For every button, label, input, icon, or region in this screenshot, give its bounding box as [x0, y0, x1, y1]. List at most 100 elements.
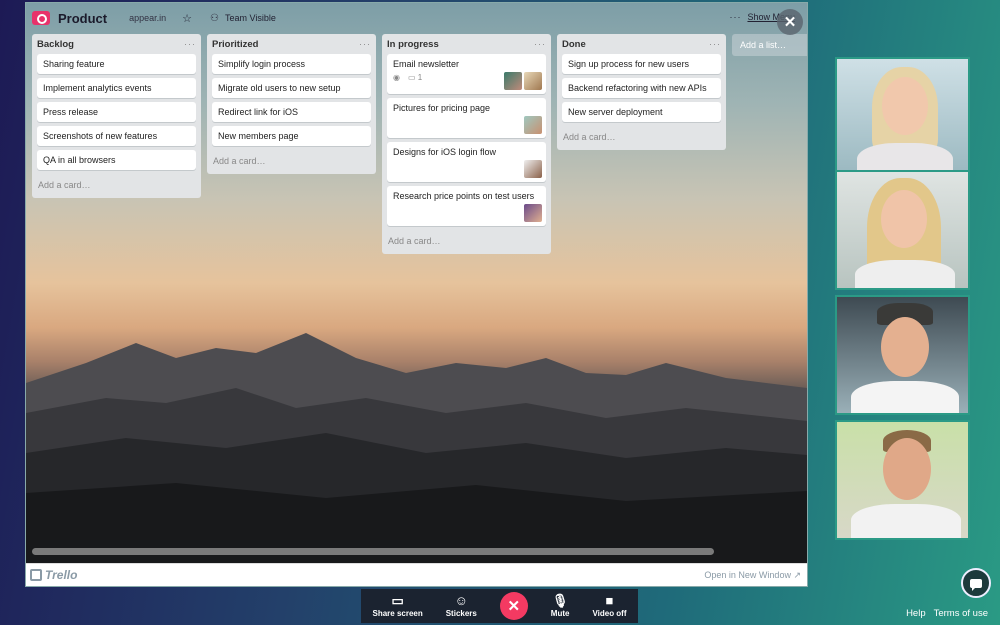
call-controls: ▭ Share screen ☺ Stickers ✕ 🎙 Mute ■ Vid… — [361, 589, 638, 623]
card[interactable]: Implement analytics events — [37, 78, 196, 98]
add-list-button[interactable]: Add a list… — [732, 34, 807, 56]
card[interactable]: Backend refactoring with new APIs — [562, 78, 721, 98]
video-participant-face — [881, 190, 927, 248]
list-prioritized: Prioritized ··· Simplify login process M… — [207, 34, 376, 174]
stickers-label: Stickers — [445, 609, 477, 618]
avatar[interactable] — [524, 72, 542, 90]
watch-icon: ◉ — [393, 73, 400, 82]
card[interactable]: Press release — [37, 102, 196, 122]
card[interactable]: Screenshots of new features — [37, 126, 196, 146]
smiley-icon: ☺ — [454, 593, 468, 608]
video-tile-participant-1[interactable] — [835, 57, 970, 177]
video-tile-participant-2[interactable] — [835, 170, 970, 290]
card-title: Sharing feature — [43, 59, 105, 69]
list-header: Done ··· — [562, 34, 721, 54]
video-participant-face — [883, 438, 931, 500]
open-new-window-link[interactable]: Open in New Window ↗ — [704, 570, 801, 581]
close-icon[interactable]: ✕ — [777, 9, 803, 35]
embed-footer: Trello Open in New Window ↗ — [26, 563, 807, 586]
video-participant-face — [882, 77, 928, 135]
add-card-button[interactable]: Add a card… — [562, 126, 721, 146]
list-menu-icon[interactable]: ··· — [709, 39, 721, 49]
board-org[interactable]: appear.in — [129, 13, 166, 23]
board-header: Product appear.in ☆ ⚇ Team Visible — [26, 3, 807, 33]
card[interactable]: Redirect link for iOS — [212, 102, 371, 122]
trello-board-icon — [30, 569, 42, 581]
help-link[interactable]: Help — [906, 608, 926, 619]
card-members — [524, 204, 542, 222]
trello-logo-text: Trello — [45, 568, 78, 582]
card-title: New members page — [218, 131, 299, 141]
avatar[interactable] — [524, 116, 542, 134]
card[interactable]: Email newsletter ◉ ▭ 1 — [387, 54, 546, 94]
list-title: Done — [562, 38, 586, 50]
list-menu-icon[interactable]: ··· — [184, 39, 196, 49]
mountain-background — [26, 333, 807, 563]
chat-button[interactable] — [961, 568, 991, 598]
card-title: Pictures for pricing page — [393, 103, 491, 113]
list-menu-icon[interactable]: ··· — [359, 39, 371, 49]
terms-link[interactable]: Terms of use — [934, 608, 988, 619]
avatar[interactable] — [524, 204, 542, 222]
card[interactable]: Pictures for pricing page — [387, 98, 546, 138]
card-title: Implement analytics events — [43, 83, 152, 93]
trello-logo[interactable]: Trello — [30, 568, 77, 582]
mute-button[interactable]: 🎙 Mute — [551, 594, 570, 618]
leave-call-button[interactable]: ✕ — [499, 592, 528, 620]
card-title: Designs for iOS login flow — [393, 147, 497, 157]
camera-icon: ■ — [605, 593, 614, 608]
card[interactable]: Research price points on test users — [387, 186, 546, 226]
appearin-logo-icon[interactable] — [32, 11, 50, 25]
card[interactable]: Designs for iOS login flow — [387, 142, 546, 182]
video-tile-participant-3[interactable] — [835, 295, 970, 415]
list-header: Prioritized ··· — [212, 34, 371, 54]
card[interactable]: Sign up process for new users — [562, 54, 721, 74]
add-card-button[interactable]: Add a card… — [37, 174, 196, 194]
card-title: Simplify login process — [218, 59, 306, 69]
hangup-icon: ✕ — [507, 598, 521, 615]
add-card-button[interactable]: Add a card… — [212, 150, 371, 170]
microphone-icon: 🎙 — [551, 593, 569, 608]
board-visibility[interactable]: Team Visible — [225, 13, 276, 23]
list-title: In progress — [387, 38, 439, 50]
card-members — [504, 72, 542, 90]
board-title[interactable]: Product — [58, 11, 107, 26]
card-members — [524, 160, 542, 178]
card-title: QA in all browsers — [43, 155, 116, 165]
card-members — [524, 116, 542, 134]
list-backlog: Backlog ··· Sharing feature Implement an… — [32, 34, 201, 198]
more-icon: ··· — [729, 12, 742, 22]
avatar[interactable] — [504, 72, 522, 90]
comment-count: 1 — [417, 73, 423, 82]
list-menu-icon[interactable]: ··· — [534, 39, 546, 49]
card-title: Press release — [43, 107, 99, 117]
video-tile-participant-4[interactable] — [835, 420, 970, 540]
stickers-button[interactable]: ☺ Stickers — [446, 594, 477, 618]
share-screen-button[interactable]: ▭ Share screen — [372, 594, 422, 618]
avatar[interactable] — [524, 160, 542, 178]
mute-label: Mute — [550, 609, 570, 618]
card[interactable]: Migrate old users to new setup — [212, 78, 371, 98]
card[interactable]: New server deployment — [562, 102, 721, 122]
list-in-progress: In progress ··· Email newsletter ◉ ▭ 1 P… — [382, 34, 551, 254]
video-participant-body — [851, 504, 961, 538]
add-card-button[interactable]: Add a card… — [387, 230, 546, 250]
video-participant-body — [851, 381, 959, 413]
video-off-label: Video off — [592, 609, 627, 618]
list-header: In progress ··· — [387, 34, 546, 54]
card[interactable]: Simplify login process — [212, 54, 371, 74]
card-title: Sign up process for new users — [568, 59, 690, 69]
card[interactable]: Sharing feature — [37, 54, 196, 74]
list-header: Backlog ··· — [37, 34, 196, 54]
card[interactable]: New members page — [212, 126, 371, 146]
card-title: Redirect link for iOS — [218, 107, 299, 117]
card-title: Research price points on test users — [393, 191, 535, 201]
list-title: Prioritized — [212, 38, 259, 50]
video-off-button[interactable]: ■ Video off — [592, 594, 626, 618]
card-title: Backend refactoring with new APIs — [568, 83, 707, 93]
card[interactable]: QA in all browsers — [37, 150, 196, 170]
horizontal-scrollbar[interactable] — [32, 548, 714, 555]
list-done: Done ··· Sign up process for new users B… — [557, 34, 726, 150]
star-icon[interactable]: ☆ — [182, 12, 192, 25]
comment-icon: ▭ 1 — [407, 73, 423, 82]
